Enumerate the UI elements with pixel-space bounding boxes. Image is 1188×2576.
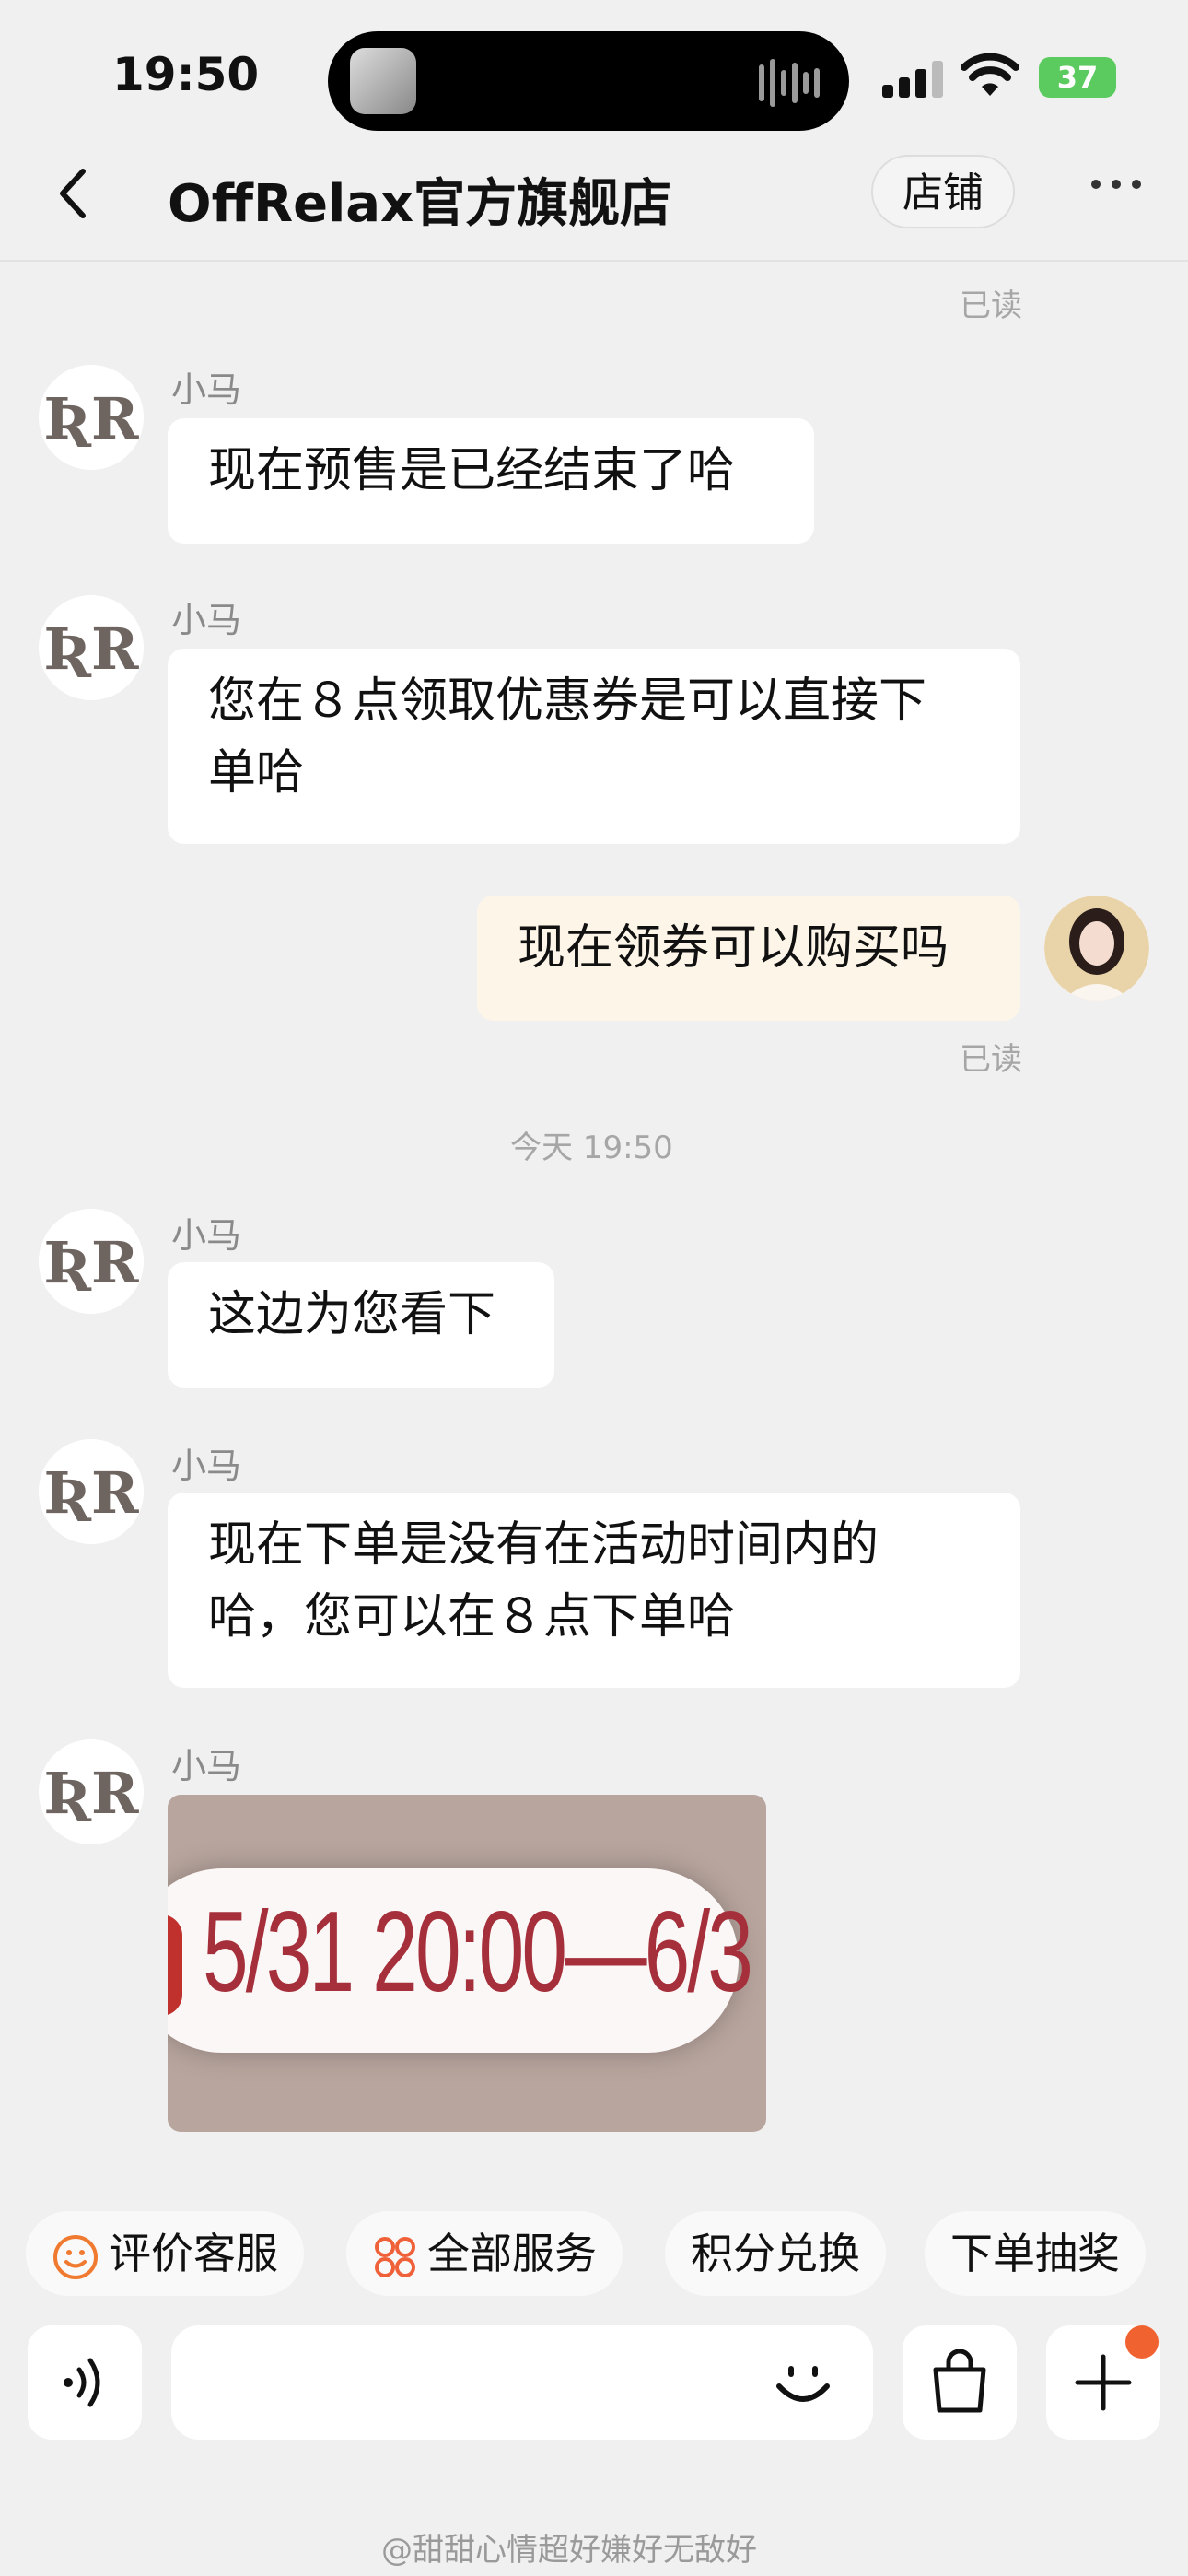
- sender-name: 小马: [171, 600, 242, 640]
- quick-tag-rate-service[interactable]: 评价客服: [26, 2211, 304, 2296]
- tag-label: 全部服务: [427, 2229, 597, 2278]
- shopping-bag-icon: [933, 2349, 986, 2413]
- chat-timestamp: 今天 19:50: [510, 1130, 673, 1166]
- now-playing-app-icon: [350, 48, 416, 114]
- image-date-range: 5/31 20:00—6/3 23:59: [203, 1889, 766, 2016]
- tag-label: 评价客服: [109, 2229, 278, 2278]
- sender-name: 小马: [171, 1446, 242, 1486]
- page-title: OffRelax官方旗舰店: [168, 174, 672, 234]
- user-avatar[interactable]: [1044, 896, 1149, 1001]
- notification-dot: [1125, 2325, 1159, 2359]
- svg-text:ƦR: ƦR: [43, 1459, 139, 1527]
- svg-text:ƦR: ƦR: [43, 385, 139, 452]
- svg-text:ƦR: ƦR: [43, 1229, 139, 1296]
- voice-icon: [64, 2358, 100, 2407]
- message-bubble[interactable]: 这边为您看下: [168, 1262, 554, 1388]
- shop-avatar[interactable]: ƦR: [39, 1739, 144, 1844]
- header-divider: [0, 260, 1188, 262]
- dynamic-island[interactable]: [328, 31, 849, 131]
- quick-tag-lottery[interactable]: 下单抽奖: [925, 2211, 1146, 2296]
- voice-button[interactable]: [28, 2325, 142, 2440]
- sender-name: 小马: [171, 1215, 242, 1256]
- message-line: 哈，您可以在８点下单哈: [208, 1589, 736, 1645]
- my-message-bubble[interactable]: 现在领券可以购买吗: [477, 896, 1020, 1021]
- quick-tag-all-services[interactable]: 全部服务: [346, 2211, 623, 2296]
- back-button[interactable]: [52, 166, 96, 221]
- message-line: 现在下单是没有在活动时间内的: [208, 1517, 879, 1573]
- sender-name: 小马: [171, 369, 242, 410]
- shopping-bag-button[interactable]: [903, 2325, 1017, 2440]
- message-bubble[interactable]: 现在预售是已经结束了哈: [168, 418, 814, 544]
- read-receipt: 已读: [960, 287, 1022, 324]
- svg-text:ƦR: ƦR: [43, 615, 139, 683]
- shop-button[interactable]: 店铺: [871, 155, 1015, 228]
- quick-tag-points[interactable]: 积分兑换: [665, 2211, 886, 2296]
- shop-avatar[interactable]: ƦR: [39, 365, 144, 470]
- audio-wave-icon: [759, 59, 820, 107]
- more-horizontal-icon[interactable]: [1090, 175, 1142, 193]
- image-message[interactable]: 5/31 20:00—6/3 23:59: [168, 1795, 766, 2132]
- status-time: 19:50: [112, 48, 260, 101]
- read-receipt: 已读: [960, 1041, 1022, 1078]
- battery-icon: 37: [1039, 57, 1116, 98]
- wifi-icon: [961, 53, 1019, 96]
- message-line: 您在８点领取优惠券是可以直接下: [208, 673, 927, 729]
- image-red-mark: [168, 1914, 182, 2016]
- watermark: @甜甜心情超好嫌好无敌好: [381, 2532, 757, 2569]
- svg-text:ƦR: ƦR: [43, 1760, 139, 1827]
- message-line: 单哈: [208, 745, 305, 801]
- message-input[interactable]: [171, 2325, 873, 2440]
- message-bubble[interactable]: 现在下单是没有在活动时间内的 哈，您可以在８点下单哈: [168, 1493, 1020, 1688]
- shop-avatar[interactable]: ƦR: [39, 595, 144, 700]
- grid-services-icon: [375, 2236, 415, 2277]
- message-bubble[interactable]: 您在８点领取优惠券是可以直接下 单哈: [168, 649, 1020, 844]
- emoji-icon[interactable]: [770, 2349, 836, 2416]
- shop-avatar[interactable]: ƦR: [39, 1209, 144, 1314]
- smile-icon: [53, 2234, 98, 2279]
- battery-level: 37: [1056, 60, 1099, 95]
- shop-avatar[interactable]: ƦR: [39, 1439, 144, 1544]
- plus-icon: [1075, 2354, 1132, 2411]
- signal-icon: [882, 61, 943, 98]
- sender-name: 小马: [171, 1746, 242, 1786]
